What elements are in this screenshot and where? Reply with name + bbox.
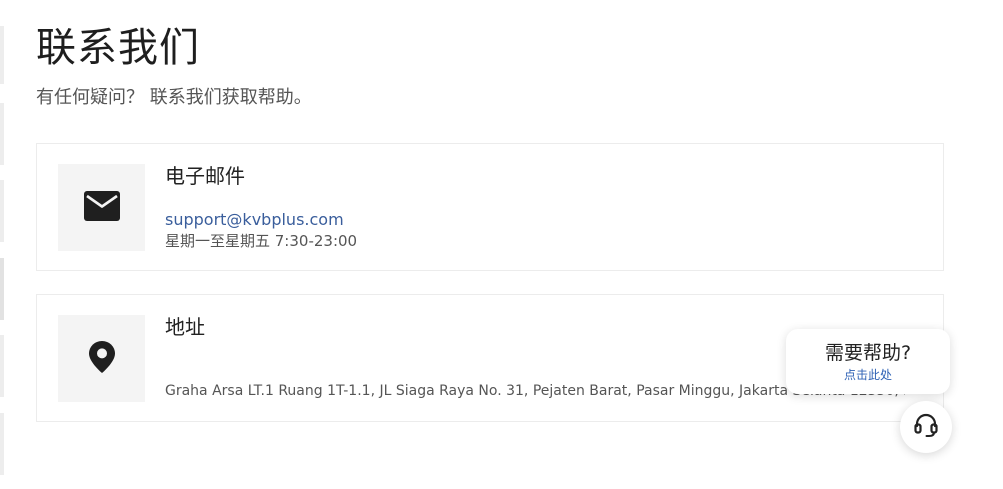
email-card: 电子邮件 support@kvbplus.com 星期一至星期五 7:30-23… [36, 143, 944, 271]
edge-marker [0, 26, 4, 84]
click-here-link[interactable]: 点击此处 [786, 367, 950, 383]
support-hours: 星期一至星期五 7:30-23:00 [165, 232, 358, 250]
map-pin-icon [88, 340, 115, 377]
need-help-title: 需要帮助? [824, 342, 912, 364]
page-subtitle: 有任何疑问？ 联系我们获取帮助。 [36, 87, 312, 108]
email-icon-box [58, 164, 145, 251]
page-title: 联系我们 [36, 25, 200, 71]
edge-marker [0, 103, 4, 165]
support-email-link[interactable]: support@kvbplus.com [165, 210, 344, 230]
left-edge-markers [0, 0, 6, 489]
email-heading: 电子邮件 [165, 164, 245, 188]
address-heading: 地址 [165, 315, 205, 339]
edge-marker [0, 413, 4, 475]
edge-marker [0, 180, 4, 242]
edge-marker [0, 335, 4, 397]
need-help-bubble[interactable]: 需要帮助? 点击此处 [786, 329, 950, 394]
edge-marker [0, 258, 4, 320]
address-icon-box [58, 315, 145, 402]
support-chat-button[interactable] [900, 401, 952, 453]
headset-icon [913, 412, 939, 442]
envelope-icon [83, 190, 120, 225]
